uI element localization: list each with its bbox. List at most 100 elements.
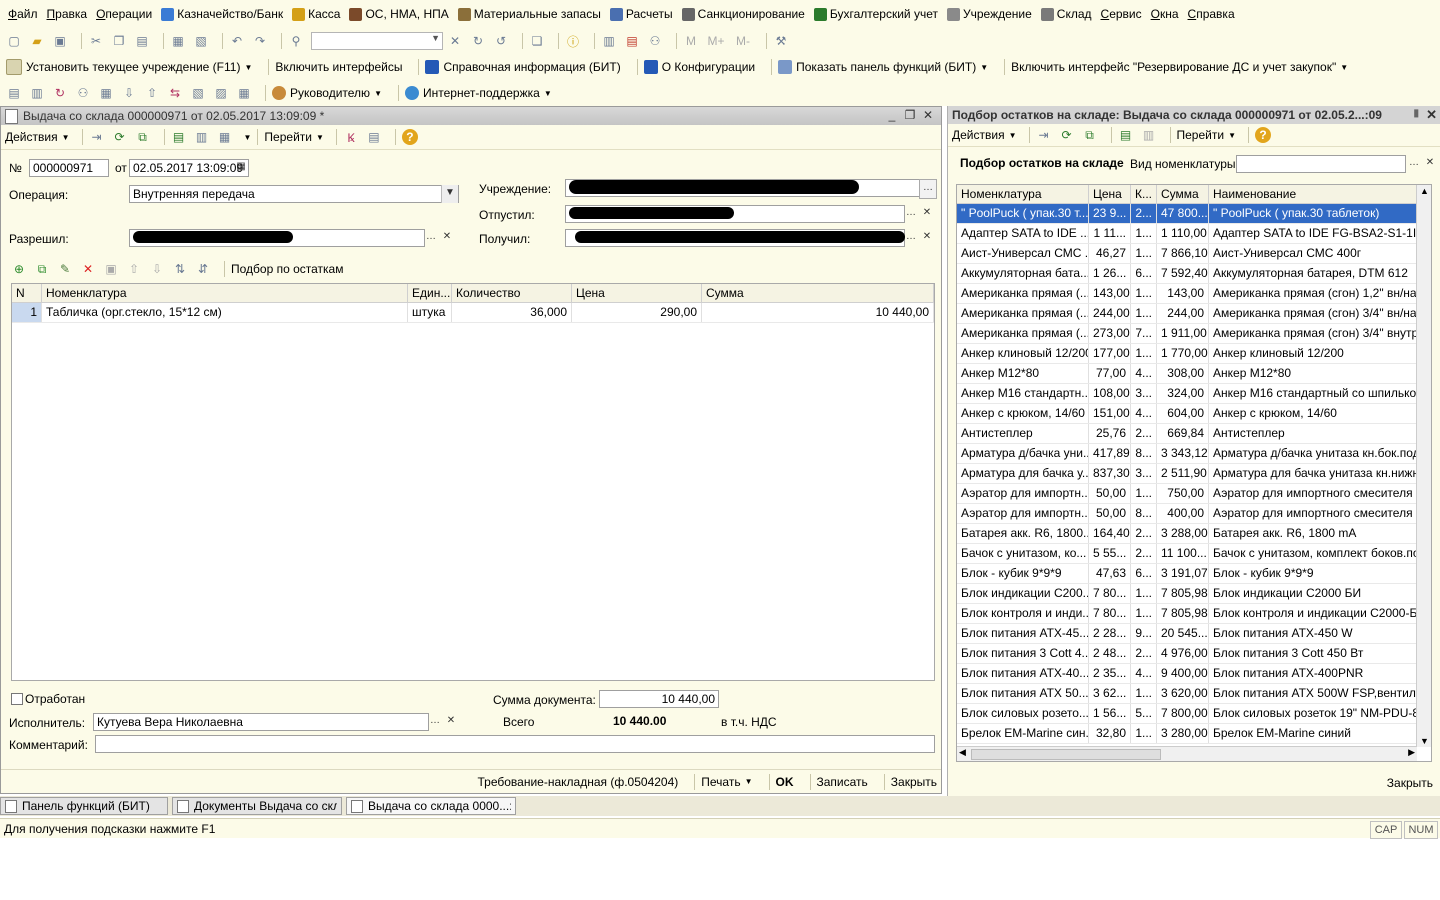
copy-document-icon[interactable]: ⧉ [135, 129, 151, 145]
doc-list-icon[interactable]: ▦ [98, 85, 114, 101]
cut-icon[interactable]: ✂ [88, 33, 104, 49]
ellipsis-icon[interactable]: … [427, 713, 443, 731]
stock-row[interactable]: Адаптер SATA to IDE ... 1 11... 1... 1 110,… [957, 224, 1431, 244]
print-menu[interactable]: Печать ▼ [701, 775, 752, 789]
stock-row[interactable]: " PoolPuck ( упак.30 т... 23 9... 2... 47 8… [957, 204, 1431, 224]
undo-icon[interactable]: ↶ [229, 33, 245, 49]
clear-icon[interactable]: ✕ [919, 205, 935, 223]
users-icon[interactable]: ⚇ [647, 33, 663, 49]
stock-row[interactable]: Антистеплер 25,76 2... 669,84 Антистеплер [957, 424, 1431, 444]
about-config-button[interactable]: О Конфигурации [643, 60, 755, 74]
menu-item-7[interactable]: Расчеты [609, 7, 673, 21]
stock-row[interactable]: Блок - кубик 9*9*9 47,63 6... 3 191,07 Блок … [957, 564, 1431, 584]
doc-card-icon[interactable]: ▨ [213, 85, 229, 101]
doc-move-icon[interactable]: ⇆ [167, 85, 183, 101]
stock-row[interactable]: Американка прямая (... 244,00 1... 244,00 Ам… [957, 304, 1431, 324]
menu-item-2[interactable]: Операции [96, 7, 152, 21]
stock-row[interactable]: Брелок EM-Marine син... 32,80 1... 3 280,00… [957, 724, 1431, 744]
column-header[interactable]: Цена [1089, 185, 1131, 203]
print-preview-icon[interactable]: ▧ [193, 33, 209, 49]
column-header[interactable]: Сумма [702, 284, 934, 302]
processed-checkbox[interactable] [11, 693, 23, 705]
calculator-icon[interactable]: ▤ [624, 33, 640, 49]
scroll-left-icon[interactable]: ◀ [959, 747, 966, 758]
stock-row[interactable]: Американка прямая (... 143,00 1... 143,00 Ам… [957, 284, 1431, 304]
stock-row[interactable]: Батарея акк. R6, 1800... 164,40 2... 3 288,… [957, 524, 1431, 544]
find-prev-icon[interactable]: ↺ [493, 33, 509, 49]
doc-report-icon[interactable]: ▧ [190, 85, 206, 101]
redo-icon[interactable]: ↷ [252, 33, 268, 49]
internet-support-button[interactable]: Интернет-поддержка ▼ [404, 86, 552, 100]
chevron-down-icon[interactable]: ▼ [244, 63, 252, 72]
horizontal-scrollbar[interactable]: ◀ ▶ [957, 746, 1417, 761]
delete-row-icon[interactable]: ✕ [80, 261, 96, 277]
ellipsis-icon[interactable]: … [919, 179, 937, 199]
stock-row[interactable]: Анкер М12*80 77,00 4... 308,00 Анкер М12*80 [957, 364, 1431, 384]
stock-row[interactable]: Блок силовых розето... 1 56... 5... 7 800,0… [957, 704, 1431, 724]
search-input[interactable]: ▼ [311, 32, 443, 50]
ellipsis-icon[interactable]: … [423, 229, 439, 247]
scroll-thumb[interactable] [971, 749, 1161, 760]
clear-icon[interactable]: ✕ [443, 713, 459, 731]
windows-icon[interactable]: ❏ [529, 33, 545, 49]
stock-row[interactable]: Блок питания АТХ-45... 2 28... 9... 20 545.… [957, 624, 1431, 644]
minimize-icon[interactable]: _ [883, 108, 901, 122]
enable-reservation-button[interactable]: Включить интерфейс "Резервирование ДС и … [1011, 60, 1348, 74]
post-and-close-icon[interactable]: ⇥ [89, 129, 105, 145]
stock-row[interactable]: Американка прямая (... 273,00 7... 1 911,00… [957, 324, 1431, 344]
chevron-down-icon[interactable]: ▼ [244, 133, 252, 142]
menu-item-12[interactable]: Сервис [1101, 7, 1142, 21]
menu-item-5[interactable]: ОС, НМА, НПА [349, 7, 449, 21]
set-institution-button[interactable]: Установить текущее учреждение (F11) ▼ [6, 59, 252, 75]
structure-icon[interactable]: ▥ [194, 129, 210, 145]
column-header[interactable]: N [12, 284, 42, 302]
menu-item-10[interactable]: Учреждение [946, 7, 1032, 21]
enter-on-basis-icon[interactable]: ▤ [171, 129, 187, 145]
chevron-down-icon[interactable]: ▼ [374, 89, 382, 98]
refresh-icon[interactable]: ⟳ [112, 129, 128, 145]
clear-icon[interactable]: ✕ [1422, 155, 1438, 173]
chevron-down-icon[interactable]: ▼ [431, 33, 440, 43]
doc-table-icon[interactable]: ▦ [236, 85, 252, 101]
close-icon[interactable]: ✕ [919, 108, 937, 122]
close-icon[interactable]: ✕ [1426, 107, 1437, 123]
doc-refresh-icon[interactable]: ↻ [52, 85, 68, 101]
tools-icon[interactable]: ⚒ [773, 33, 789, 49]
edit-row-icon[interactable]: ✎ [57, 261, 73, 277]
save-button[interactable]: Записать [817, 775, 868, 789]
reference-info-button[interactable]: Справочная информация (БИТ) [425, 60, 621, 74]
doc-journal-icon[interactable]: ▤ [6, 85, 22, 101]
save-icon[interactable]: ▣ [52, 33, 68, 49]
enable-interfaces-button[interactable]: Включить интерфейсы [275, 60, 402, 74]
stock-row[interactable]: Аккумуляторная бата... 1 26... 6... 7 592,4… [957, 264, 1431, 284]
doc-users-icon[interactable]: ⚇ [75, 85, 91, 101]
copy-row-icon[interactable]: ⧉ [34, 261, 50, 277]
date-field[interactable]: 02.05.2017 13:09:09 [129, 159, 249, 177]
info-icon[interactable]: ⓘ [565, 33, 581, 49]
menu-item-14[interactable]: Справка [1188, 7, 1235, 21]
picker-goto-menu[interactable]: Перейти ▼ [1177, 128, 1236, 142]
stock-row[interactable]: Арматура д/бачка уни... 417,89 8... 3 343,1… [957, 444, 1431, 464]
number-field[interactable]: 000000971 [29, 159, 109, 177]
stock-row[interactable]: Аэратор для импортн... 50,00 1... 750,00 Аэр… [957, 484, 1431, 504]
table-row[interactable]: 1 Табличка (орг.стекло, 15*12 см) штука 36,… [12, 303, 934, 323]
stock-row[interactable]: Блок контроля и инди... 7 80... 1... 7 805,… [957, 604, 1431, 624]
stock-row[interactable]: Арматура для бачка у... 837,30 3... 2 511,9… [957, 464, 1431, 484]
chevron-down-icon[interactable]: ▼ [980, 63, 988, 72]
stock-row[interactable]: Блок индикации С200... 7 80... 1... 7 805,9… [957, 584, 1431, 604]
doc-sum-field[interactable]: 10 440,00 [599, 690, 719, 708]
enter-on-basis-icon[interactable]: ▤ [1118, 127, 1134, 143]
memory-minus-icon[interactable]: M- [733, 33, 753, 49]
menu-item-9[interactable]: Бухгалтерский учет [813, 7, 938, 21]
menu-item-0[interactable]: Файл [8, 7, 38, 21]
stock-row[interactable]: Блок питания 3 Cott 4... 2 48... 2... 4 976… [957, 644, 1431, 664]
taskbar-item[interactable]: Выдача со склада 0000...:09 * [346, 797, 516, 815]
memory-plus-icon[interactable]: M+ [706, 33, 726, 49]
column-header[interactable]: Номенклатура [957, 185, 1089, 203]
restore-icon[interactable]: ❐ [901, 108, 919, 122]
column-header[interactable]: Номенклатура [42, 284, 408, 302]
chevron-down-icon[interactable]: ▼ [1340, 63, 1348, 72]
calendar-icon[interactable]: ▥ [601, 33, 617, 49]
menu-item-8[interactable]: Санкционирование [681, 7, 805, 21]
column-header[interactable]: Сумма [1157, 185, 1209, 203]
